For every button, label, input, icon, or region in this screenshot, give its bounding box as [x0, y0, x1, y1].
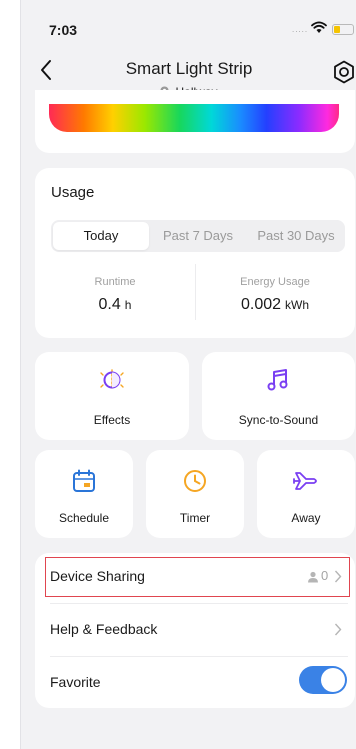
sharing-count: 0 [321, 568, 329, 583]
away-button[interactable]: Away [257, 450, 355, 538]
runtime-value: 0.4 h [98, 296, 132, 313]
energy-value: 0.002 kWh [240, 296, 310, 313]
away-label: Away [291, 511, 321, 525]
signal-dots: ..... [292, 25, 309, 34]
person-icon [307, 570, 319, 588]
tab-past-7-days[interactable]: Past 7 Days [149, 220, 247, 252]
device-sharing-label: Device Sharing [50, 568, 145, 584]
schedule-button[interactable]: Schedule [35, 450, 133, 538]
status-bar: 7:03 ..... [21, 0, 356, 50]
page-title: Smart Light Strip [125, 59, 253, 78]
music-note-icon [265, 367, 291, 398]
usage-card: Usage Today Past 7 Days Past 30 Days Run… [35, 168, 355, 338]
airplane-icon [292, 468, 320, 499]
timer-label: Timer [179, 511, 211, 525]
sync-to-sound-button[interactable]: Sync-to-Sound [202, 352, 355, 440]
status-time: 7:03 [49, 22, 78, 38]
row-divider [50, 656, 348, 657]
favorite-toggle[interactable] [299, 666, 347, 694]
usage-period-tabs: Today Past 7 Days Past 30 Days [51, 220, 345, 252]
effects-label: Effects [93, 413, 131, 427]
chevron-right-icon [334, 623, 342, 641]
help-feedback-row[interactable]: Help & Feedback [35, 606, 355, 654]
color-spectrum-slider[interactable] [49, 104, 339, 132]
schedule-label: Schedule [58, 511, 110, 525]
toggle-knob [321, 668, 345, 692]
row-divider [50, 603, 348, 604]
settings-list: Device Sharing 0 Help & Feedback Favorit… [35, 553, 355, 708]
help-feedback-label: Help & Feedback [50, 621, 158, 637]
runtime-label: Runtime [94, 276, 136, 288]
clock-icon [182, 468, 208, 499]
tab-past-30-days[interactable]: Past 30 Days [247, 220, 345, 252]
app-screen: 7:03 ..... Smart Light Strip Hallwa [20, 0, 356, 749]
usage-title: Usage [51, 184, 95, 201]
energy-label: Energy Usage [240, 276, 310, 288]
battery-icon [332, 24, 354, 35]
calendar-icon [71, 468, 97, 499]
gear-icon [334, 60, 354, 84]
sync-to-sound-label: Sync-to-Sound [238, 413, 319, 427]
effects-icon [98, 366, 126, 399]
tab-today[interactable]: Today [53, 222, 149, 250]
favorite-label: Favorite [50, 674, 101, 690]
wifi-icon [311, 21, 327, 39]
color-picker-card [35, 90, 355, 153]
device-sharing-row[interactable]: Device Sharing 0 [35, 553, 355, 601]
effects-button[interactable]: Effects [35, 352, 189, 440]
chevron-right-icon [334, 570, 342, 588]
settings-button[interactable] [331, 59, 356, 85]
timer-button[interactable]: Timer [146, 450, 244, 538]
